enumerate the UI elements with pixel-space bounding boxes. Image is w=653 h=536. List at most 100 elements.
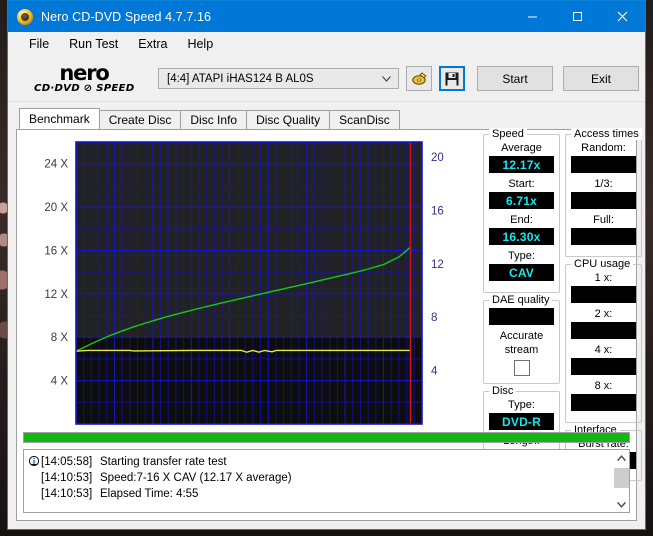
speed-end-value: 16.30x bbox=[489, 228, 554, 245]
access-times-legend: Access times bbox=[571, 128, 642, 140]
chevron-down-icon bbox=[382, 74, 391, 84]
chart-y-tick-left: 16 X bbox=[44, 245, 68, 257]
cpu-2x-value bbox=[571, 322, 636, 339]
exit-button[interactable]: Exit bbox=[563, 66, 639, 91]
access-random-value bbox=[571, 156, 636, 173]
progress-bar bbox=[23, 432, 630, 443]
log-row: [14:05:58]Starting transfer rate test bbox=[28, 454, 612, 470]
access-full-value bbox=[571, 228, 636, 245]
cpu-8x-value bbox=[571, 394, 636, 411]
chart-y-tick-right: 12 bbox=[431, 259, 444, 271]
accurate-stream-checkbox[interactable] bbox=[514, 360, 530, 376]
window-title: Nero CD-DVD Speed 4.7.7.16 bbox=[41, 10, 510, 24]
log-message: Elapsed Time: 4:55 bbox=[100, 486, 612, 502]
chart-y-tick-right: 4 bbox=[431, 366, 438, 378]
chart-y-tick-left: 8 X bbox=[51, 332, 69, 344]
log-timestamp: [14:10:53] bbox=[41, 486, 100, 502]
speed-end-label: End: bbox=[489, 214, 554, 227]
chart-y-tick-left: 12 X bbox=[44, 289, 68, 301]
chart-y-tick-left: 24 X bbox=[44, 159, 68, 171]
disc-type-value: DVD-R bbox=[489, 413, 554, 430]
tab-create-disc[interactable]: Create Disc bbox=[99, 110, 182, 129]
log-scrollbar[interactable] bbox=[612, 450, 629, 512]
cpu-4x-value bbox=[571, 358, 636, 375]
log-row: [14:10:53]Elapsed Time: 4:55 bbox=[28, 486, 612, 502]
drive-select-value: [4:4] ATAPI iHAS124 B AL0S bbox=[167, 73, 314, 85]
cpu-1x-value bbox=[571, 286, 636, 303]
save-results-button[interactable] bbox=[439, 66, 465, 91]
tab-strip: Benchmark Create Disc Disc Info Disc Qua… bbox=[8, 108, 645, 129]
tab-benchmark[interactable]: Benchmark bbox=[19, 108, 100, 129]
transfer-rate-chart: 4 X8 X12 X16 X20 X24 X481216200.00.51.01… bbox=[22, 136, 477, 452]
tab-disc-quality[interactable]: Disc Quality bbox=[246, 110, 330, 129]
speed-group-legend: Speed bbox=[489, 128, 527, 140]
speed-type-label: Type: bbox=[489, 250, 554, 263]
toolbar: nero CD·DVD ⊘ SPEED [4:4] ATAPI iHAS124 … bbox=[8, 56, 645, 102]
scroll-up-icon[interactable] bbox=[613, 450, 629, 466]
benchmark-panel: 4 X8 X12 X16 X20 X24 X481216200.00.51.01… bbox=[16, 129, 637, 521]
speed-average-value: 12.17x bbox=[489, 156, 554, 173]
logo-wordmark: nero bbox=[59, 64, 108, 83]
nero-disc-icon bbox=[17, 9, 33, 25]
start-button[interactable]: Start bbox=[477, 66, 553, 91]
chart-y-tick-right: 16 bbox=[431, 205, 444, 217]
accurate-stream-label-line1: Accurate bbox=[489, 330, 554, 343]
tab-scandisc[interactable]: ScanDisc bbox=[329, 110, 400, 129]
log-message: Speed:7-16 X CAV (12.17 X average) bbox=[100, 470, 612, 486]
menu-extra[interactable]: Extra bbox=[129, 35, 176, 53]
scroll-down-icon[interactable] bbox=[613, 496, 629, 512]
log-row: [14:10:53]Speed:7-16 X CAV (12.17 X aver… bbox=[28, 470, 612, 486]
cpu-4x-label: 4 x: bbox=[571, 344, 636, 357]
window-controls bbox=[510, 1, 645, 32]
log-box: [14:05:58]Starting transfer rate test[14… bbox=[23, 449, 630, 513]
access-full-label: Full: bbox=[571, 214, 636, 227]
progress-bar-fill bbox=[24, 433, 629, 442]
speed-group: Speed Average 12.17x Start: 6.71x End: 1… bbox=[483, 134, 560, 293]
maximize-icon[interactable] bbox=[555, 1, 600, 32]
chart-upper-shade bbox=[76, 142, 422, 337]
cpu-usage-legend: CPU usage bbox=[571, 258, 633, 270]
minimize-icon[interactable] bbox=[510, 1, 555, 32]
speed-type-value: CAV bbox=[489, 264, 554, 281]
title-bar: Nero CD-DVD Speed 4.7.7.16 bbox=[8, 1, 645, 32]
menu-run-test[interactable]: Run Test bbox=[60, 35, 127, 53]
chart-y-tick-left: 4 X bbox=[51, 376, 69, 388]
close-icon[interactable] bbox=[600, 1, 645, 32]
dae-quality-value bbox=[489, 308, 554, 325]
menu-file[interactable]: File bbox=[20, 35, 58, 53]
disc-group-legend: Disc bbox=[489, 385, 516, 397]
dae-quality-legend: DAE quality bbox=[489, 294, 552, 306]
dae-quality-group: DAE quality Accurate stream bbox=[483, 300, 560, 384]
accurate-stream-label-line2: stream bbox=[489, 344, 554, 357]
tab-disc-info[interactable]: Disc Info bbox=[180, 110, 247, 129]
log-icon-placeholder bbox=[28, 471, 41, 484]
log-timestamp: [14:05:58] bbox=[41, 454, 100, 470]
log-timestamp: [14:10:53] bbox=[41, 470, 100, 486]
scrollbar-thumb[interactable] bbox=[614, 468, 629, 488]
menu-bar: File Run Test Extra Help bbox=[8, 32, 645, 56]
nero-cd-dvd-speed-window: Nero CD-DVD Speed 4.7.7.16 File Run Test… bbox=[7, 0, 646, 530]
log-icon-placeholder bbox=[28, 487, 41, 500]
cpu-8x-label: 8 x: bbox=[571, 380, 636, 393]
eject-disc-button[interactable] bbox=[406, 66, 432, 91]
speed-start-label: Start: bbox=[489, 178, 554, 191]
cpu-2x-label: 2 x: bbox=[571, 308, 636, 321]
speed-average-label: Average bbox=[489, 142, 554, 155]
cpu-1x-label: 1 x: bbox=[571, 272, 636, 285]
nero-logo: nero CD·DVD ⊘ SPEED bbox=[22, 59, 146, 99]
chart-y-tick-left: 20 X bbox=[44, 202, 68, 214]
access-third-label: 1/3: bbox=[571, 178, 636, 191]
chart-y-tick-right: 8 bbox=[431, 312, 437, 324]
cpu-usage-group: CPU usage 1 x: 2 x: 4 x: 8 x: bbox=[565, 264, 642, 423]
chart-canvas: 4 X8 X12 X16 X20 X24 X481216200.00.51.01… bbox=[22, 136, 477, 452]
access-third-value bbox=[571, 192, 636, 209]
info-icon bbox=[28, 455, 41, 468]
drive-select[interactable]: [4:4] ATAPI iHAS124 B AL0S bbox=[158, 68, 399, 89]
log-message: Starting transfer rate test bbox=[100, 454, 612, 470]
access-times-group: Access times Random: 1/3: Full: bbox=[565, 134, 642, 257]
logo-subtitle: CD·DVD ⊘ SPEED bbox=[34, 83, 134, 94]
log-list: [14:05:58]Starting transfer rate test[14… bbox=[24, 450, 612, 512]
disc-type-label: Type: bbox=[489, 399, 554, 412]
access-random-label: Random: bbox=[571, 142, 636, 155]
menu-help[interactable]: Help bbox=[178, 35, 222, 53]
